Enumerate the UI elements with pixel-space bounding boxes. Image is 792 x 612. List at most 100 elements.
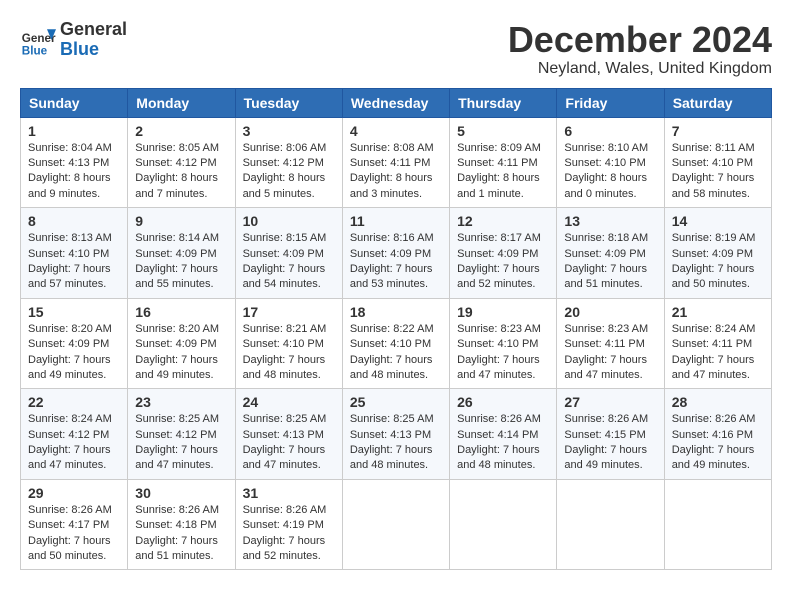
day-number: 20 [564,304,656,320]
sunset-label: Sunset: 4:09 PM [564,248,645,260]
logo: General Blue General Blue [20,20,127,60]
day-number: 26 [457,394,549,410]
day-number: 2 [135,123,227,139]
calendar-week-4: 22 Sunrise: 8:24 AM Sunset: 4:12 PM Dayl… [21,389,772,480]
calendar-week-5: 29 Sunrise: 8:26 AM Sunset: 4:17 PM Dayl… [21,479,772,570]
calendar-cell: 28 Sunrise: 8:26 AM Sunset: 4:16 PM Dayl… [664,389,771,480]
day-info: Sunrise: 8:15 AM Sunset: 4:09 PM Dayligh… [243,231,335,293]
day-info: Sunrise: 8:23 AM Sunset: 4:11 PM Dayligh… [564,322,656,384]
page-header: General Blue General Blue December 2024 … [20,20,772,78]
sunrise-label: Sunrise: 8:25 AM [243,413,327,425]
calendar-cell: 25 Sunrise: 8:25 AM Sunset: 4:13 PM Dayl… [342,389,449,480]
daylight-label: Daylight: 7 hours and 50 minutes. [28,535,111,562]
daylight-label: Daylight: 8 hours and 5 minutes. [243,172,326,199]
day-number: 11 [350,213,442,229]
daylight-label: Daylight: 7 hours and 47 minutes. [672,354,755,381]
day-number: 7 [672,123,764,139]
sunset-label: Sunset: 4:09 PM [28,338,109,350]
day-info: Sunrise: 8:13 AM Sunset: 4:10 PM Dayligh… [28,231,120,293]
calendar-cell: 15 Sunrise: 8:20 AM Sunset: 4:09 PM Dayl… [21,298,128,389]
sunset-label: Sunset: 4:14 PM [457,429,538,441]
daylight-label: Daylight: 7 hours and 52 minutes. [457,263,540,290]
sunset-label: Sunset: 4:18 PM [135,519,216,531]
day-number: 28 [672,394,764,410]
day-info: Sunrise: 8:26 AM Sunset: 4:19 PM Dayligh… [243,503,335,565]
daylight-label: Daylight: 7 hours and 57 minutes. [28,263,111,290]
day-number: 29 [28,485,120,501]
day-number: 12 [457,213,549,229]
sunset-label: Sunset: 4:10 PM [672,157,753,169]
day-number: 6 [564,123,656,139]
calendar-cell: 23 Sunrise: 8:25 AM Sunset: 4:12 PM Dayl… [128,389,235,480]
daylight-label: Daylight: 7 hours and 50 minutes. [672,263,755,290]
sunset-label: Sunset: 4:10 PM [350,338,431,350]
calendar-cell: 11 Sunrise: 8:16 AM Sunset: 4:09 PM Dayl… [342,208,449,299]
weekday-header-thursday: Thursday [450,88,557,117]
day-info: Sunrise: 8:21 AM Sunset: 4:10 PM Dayligh… [243,322,335,384]
sunrise-label: Sunrise: 8:24 AM [28,413,112,425]
sunrise-label: Sunrise: 8:24 AM [672,323,756,335]
daylight-label: Daylight: 7 hours and 49 minutes. [135,354,218,381]
day-number: 22 [28,394,120,410]
calendar-cell: 22 Sunrise: 8:24 AM Sunset: 4:12 PM Dayl… [21,389,128,480]
calendar-cell: 4 Sunrise: 8:08 AM Sunset: 4:11 PM Dayli… [342,117,449,208]
sunset-label: Sunset: 4:10 PM [457,338,538,350]
calendar-cell [557,479,664,570]
title-block: December 2024 Neyland, Wales, United Kin… [508,20,772,78]
daylight-label: Daylight: 7 hours and 53 minutes. [350,263,433,290]
day-info: Sunrise: 8:25 AM Sunset: 4:13 PM Dayligh… [350,412,442,474]
daylight-label: Daylight: 7 hours and 49 minutes. [672,444,755,471]
sunrise-label: Sunrise: 8:25 AM [350,413,434,425]
sunrise-label: Sunrise: 8:26 AM [243,504,327,516]
sunset-label: Sunset: 4:09 PM [350,248,431,260]
daylight-label: Daylight: 7 hours and 47 minutes. [564,354,647,381]
calendar-cell: 24 Sunrise: 8:25 AM Sunset: 4:13 PM Dayl… [235,389,342,480]
day-number: 25 [350,394,442,410]
calendar-cell: 29 Sunrise: 8:26 AM Sunset: 4:17 PM Dayl… [21,479,128,570]
daylight-label: Daylight: 8 hours and 0 minutes. [564,172,647,199]
daylight-label: Daylight: 7 hours and 54 minutes. [243,263,326,290]
calendar-cell: 21 Sunrise: 8:24 AM Sunset: 4:11 PM Dayl… [664,298,771,389]
logo-text: General Blue [60,20,127,60]
sunset-label: Sunset: 4:12 PM [135,157,216,169]
daylight-label: Daylight: 7 hours and 55 minutes. [135,263,218,290]
daylight-label: Daylight: 7 hours and 47 minutes. [457,354,540,381]
day-info: Sunrise: 8:24 AM Sunset: 4:12 PM Dayligh… [28,412,120,474]
sunrise-label: Sunrise: 8:25 AM [135,413,219,425]
calendar-cell: 1 Sunrise: 8:04 AM Sunset: 4:13 PM Dayli… [21,117,128,208]
day-number: 27 [564,394,656,410]
calendar-cell: 19 Sunrise: 8:23 AM Sunset: 4:10 PM Dayl… [450,298,557,389]
sunrise-label: Sunrise: 8:08 AM [350,142,434,154]
day-number: 4 [350,123,442,139]
calendar-cell: 6 Sunrise: 8:10 AM Sunset: 4:10 PM Dayli… [557,117,664,208]
day-info: Sunrise: 8:09 AM Sunset: 4:11 PM Dayligh… [457,141,549,203]
day-info: Sunrise: 8:26 AM Sunset: 4:15 PM Dayligh… [564,412,656,474]
location: Neyland, Wales, United Kingdom [508,60,772,78]
sunset-label: Sunset: 4:12 PM [243,157,324,169]
calendar-cell: 5 Sunrise: 8:09 AM Sunset: 4:11 PM Dayli… [450,117,557,208]
calendar-cell: 8 Sunrise: 8:13 AM Sunset: 4:10 PM Dayli… [21,208,128,299]
sunrise-label: Sunrise: 8:26 AM [564,413,648,425]
daylight-label: Daylight: 7 hours and 49 minutes. [564,444,647,471]
sunset-label: Sunset: 4:13 PM [243,429,324,441]
day-info: Sunrise: 8:23 AM Sunset: 4:10 PM Dayligh… [457,322,549,384]
sunrise-label: Sunrise: 8:20 AM [28,323,112,335]
calendar-cell [450,479,557,570]
day-info: Sunrise: 8:22 AM Sunset: 4:10 PM Dayligh… [350,322,442,384]
sunset-label: Sunset: 4:15 PM [564,429,645,441]
calendar-week-1: 1 Sunrise: 8:04 AM Sunset: 4:13 PM Dayli… [21,117,772,208]
day-info: Sunrise: 8:17 AM Sunset: 4:09 PM Dayligh… [457,231,549,293]
weekday-header-monday: Monday [128,88,235,117]
logo-icon: General Blue [20,22,56,58]
sunrise-label: Sunrise: 8:26 AM [28,504,112,516]
sunrise-label: Sunrise: 8:26 AM [672,413,756,425]
calendar-cell: 7 Sunrise: 8:11 AM Sunset: 4:10 PM Dayli… [664,117,771,208]
daylight-label: Daylight: 8 hours and 1 minute. [457,172,540,199]
calendar-header: SundayMondayTuesdayWednesdayThursdayFrid… [21,88,772,117]
day-info: Sunrise: 8:26 AM Sunset: 4:14 PM Dayligh… [457,412,549,474]
daylight-label: Daylight: 7 hours and 51 minutes. [564,263,647,290]
weekday-header-friday: Friday [557,88,664,117]
sunrise-label: Sunrise: 8:14 AM [135,232,219,244]
calendar-cell: 3 Sunrise: 8:06 AM Sunset: 4:12 PM Dayli… [235,117,342,208]
day-number: 15 [28,304,120,320]
